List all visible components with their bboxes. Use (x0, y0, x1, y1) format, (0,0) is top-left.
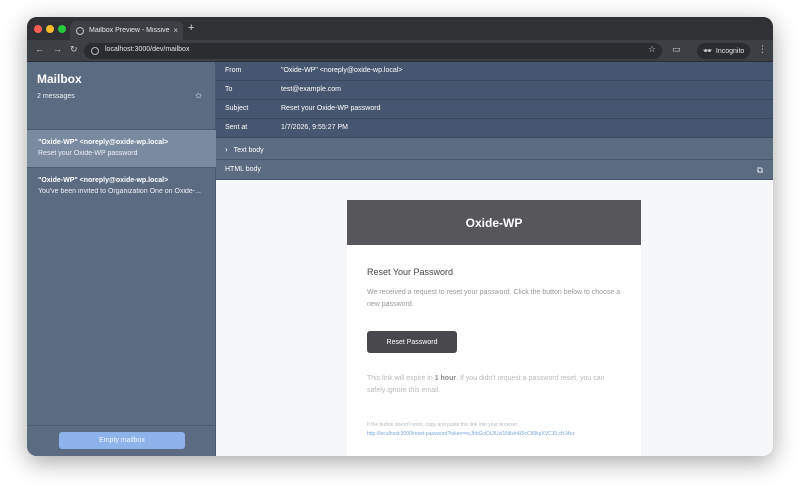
header-row-subject: Subject Reset your Oxide-WP password (216, 100, 773, 119)
browser-toolbar: ← → ↻ localhost:3000/dev/mailbox ☆ ▭ 🕶 I… (27, 40, 773, 62)
tab-title: Mailbox Preview - Missive (89, 27, 170, 34)
message-list-item[interactable]: "Oxide-WP" <noreply@oxide-wp.local> Rese… (27, 129, 216, 167)
message-sender: "Oxide-WP" <noreply@oxide-wp.local> (38, 177, 169, 184)
browser-window: Mailbox Preview - Missive × + ← → ↻ loca… (27, 17, 773, 456)
incognito-label: Incognito (715, 47, 745, 55)
header-row-sent-at: Sent at 1/7/2026, 9:55:27 PM (216, 119, 773, 138)
address-bar[interactable]: localhost:3000/dev/mailbox ☆ (84, 43, 662, 59)
header-row-from: From "Oxide-WP" <noreply@oxide-wp.local> (216, 62, 773, 81)
text-body-toggle[interactable]: › Text body (216, 138, 773, 160)
url-text: localhost:3000/dev/mailbox (105, 46, 190, 53)
zoom-window-button[interactable] (58, 25, 66, 33)
email-heading: Reset Your Password (367, 267, 454, 277)
header-value: 1/7/2026, 9:55:27 PM (281, 124, 348, 131)
empty-mailbox-button[interactable]: Empty mailbox (59, 432, 185, 449)
message-sender: "Oxide-WP" <noreply@oxide-wp.local> (38, 139, 169, 146)
browser-tab[interactable]: Mailbox Preview - Missive × (70, 21, 183, 40)
chevron-right-icon: › (225, 145, 228, 154)
bookmark-star-icon[interactable]: ☆ (648, 44, 656, 55)
close-icon[interactable]: × (173, 26, 178, 35)
fallback-link[interactable]: http://localhost:3000/reset-password?tok… (367, 431, 623, 438)
sidebar-title: Mailbox (37, 72, 82, 86)
mailbox-sidebar: Mailbox 2 messages ☼ "Oxide-WP" <noreply… (27, 62, 216, 456)
message-subject: You've been invited to Organization One … (38, 188, 201, 195)
close-window-button[interactable] (34, 25, 42, 33)
fallback-note: If the button doesn't work, copy and pas… (367, 422, 519, 428)
header-value: "Oxide-WP" <noreply@oxide-wp.local> (281, 67, 403, 74)
minimize-window-button[interactable] (46, 25, 54, 33)
message-subject: Reset your Oxide-WP password (38, 150, 138, 157)
incognito-badge[interactable]: 🕶 Incognito (697, 43, 751, 59)
email-paragraph: We received a request to reset your pass… (367, 289, 621, 308)
header-value: test@example.com (281, 86, 342, 93)
expiry-note: This link will expire in 1 hour. If you … (367, 373, 623, 397)
header-key: To (225, 86, 233, 93)
reload-icon[interactable]: ↻ (70, 44, 78, 55)
text-body-label-wrap: › Text body (225, 145, 264, 154)
email-brand-header: Oxide-WP (347, 200, 641, 245)
header-value: Reset your Oxide-WP password (281, 105, 381, 112)
html-body-label: HTML body (225, 166, 261, 173)
sidebar-toggle-icon[interactable]: ▭ (672, 44, 681, 55)
forward-arrow-icon[interactable]: → (53, 44, 62, 54)
theme-toggle-icon[interactable]: ☼ (194, 90, 203, 101)
message-detail: From "Oxide-WP" <noreply@oxide-wp.local>… (216, 62, 773, 456)
message-count: 2 messages (37, 93, 75, 100)
header-row-to: To test@example.com (216, 81, 773, 100)
expiry-duration: 1 hour (434, 375, 457, 382)
text-body-label: Text body (233, 147, 264, 154)
back-arrow-icon[interactable]: ← (35, 44, 44, 54)
incognito-icon: 🕶 (703, 48, 712, 55)
header-key: Subject (225, 105, 249, 112)
globe-icon (76, 26, 84, 35)
tab-strip: Mailbox Preview - Missive × + (27, 17, 773, 40)
new-tab-button[interactable]: + (188, 22, 194, 34)
header-key: From (225, 67, 242, 74)
menu-icon[interactable]: ⋮ (758, 44, 767, 55)
reset-password-button[interactable]: Reset Password (367, 331, 457, 353)
html-body-header: HTML body ⧉ (216, 160, 773, 180)
message-list-item[interactable]: "Oxide-WP" <noreply@oxide-wp.local> You'… (27, 167, 216, 205)
site-info-icon[interactable] (91, 47, 99, 55)
html-body-preview: Oxide-WP Reset Your Password We received… (216, 180, 773, 456)
sidebar-footer: Empty mailbox (27, 425, 216, 456)
open-external-icon[interactable]: ⧉ (757, 165, 763, 176)
header-key: Sent at (225, 124, 248, 131)
email-card: Oxide-WP Reset Your Password We received… (347, 200, 641, 456)
expiry-prefix: This link will expire in (367, 375, 435, 382)
